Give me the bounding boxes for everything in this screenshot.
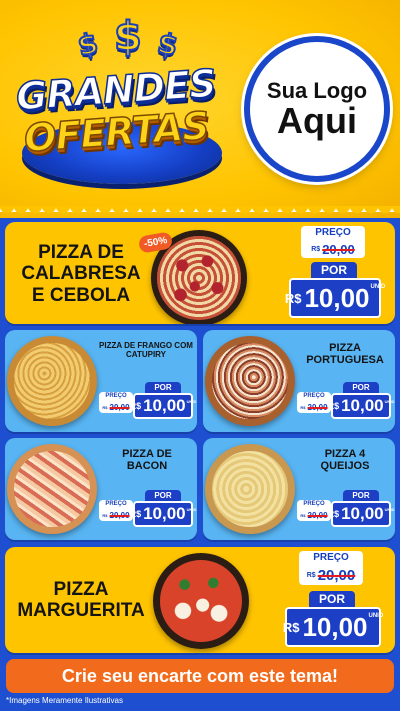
- old-price-currency: R$: [300, 512, 306, 518]
- product-name: PIZZA MARGUERITA: [17, 579, 145, 622]
- new-price-currency: R$: [282, 619, 300, 635]
- preco-label: PREÇO: [99, 500, 133, 509]
- old-price-value: 20,00: [307, 510, 328, 520]
- new-price-currency: R$: [327, 509, 340, 519]
- pizza-marguerita-image: [153, 553, 249, 649]
- pizza-frango-image: [7, 336, 97, 426]
- unid-label: UNID: [186, 399, 197, 404]
- old-price: R$ 20,00: [299, 565, 363, 585]
- unid-label: UNID: [384, 507, 395, 512]
- product-name: PIZZA PORTUGUESA: [306, 342, 384, 367]
- old-price-value: 20,00: [322, 241, 355, 257]
- product-card-frango[interactable]: PIZZA DE FRANGO COM CATUPIRY PREÇO R$ 20…: [5, 330, 197, 432]
- product-card-calabresa[interactable]: PIZZA DE CALABRESA E CEBOLA -50% PREÇO R…: [5, 222, 395, 324]
- new-price: R$ 10,00 UNID: [327, 501, 394, 527]
- unid-label: UNID: [368, 613, 384, 619]
- preco-label: PREÇO: [297, 500, 331, 509]
- product-card-marguerita[interactable]: PIZZA MARGUERITA PREÇO R$ 20,00 POR R$ 1…: [5, 547, 395, 653]
- old-price: R$ 20,00: [99, 401, 133, 413]
- old-price-currency: R$: [102, 404, 108, 410]
- old-price-value: 20,00: [317, 566, 356, 584]
- new-price-value: 10,00: [143, 504, 186, 523]
- new-price: R$ 10,00 UNID: [282, 607, 384, 647]
- logo-placeholder: Sua Logo Aqui: [244, 36, 390, 182]
- preco-label: PREÇO: [297, 392, 331, 401]
- dollar-icon: $: [113, 13, 143, 61]
- por-label: POR: [145, 490, 181, 501]
- logo-text-line1: Sua Logo: [266, 77, 368, 103]
- unid-label: UNID: [384, 399, 395, 404]
- new-price-value: 10,00: [341, 396, 384, 415]
- dollar-signs: $ $ $: [74, 13, 188, 64]
- logo-text-line2: Aqui: [277, 99, 357, 141]
- new-price-currency: R$: [284, 290, 302, 306]
- price-box: PREÇO R$ 20,00 POR R$ 10,00 UNID: [99, 382, 196, 428]
- old-price-value: 20,00: [109, 402, 130, 412]
- pizza-4-queijos-image: [205, 444, 295, 534]
- old-price-currency: R$: [102, 512, 108, 518]
- price-box: PREÇO R$ 20,00 POR R$ 10,00 UNID: [297, 490, 394, 536]
- product-name: PIZZA DE FRANGO COM CATUPIRY: [99, 341, 193, 359]
- preco-label: PREÇO: [99, 392, 133, 401]
- disclaimer-text: *Imagens Meramente Ilustrativas: [6, 696, 123, 705]
- price-box: PREÇO R$ 20,00 POR R$ 10,00 UNID: [282, 551, 384, 651]
- por-label: POR: [309, 591, 355, 607]
- preco-label: PREÇO: [301, 226, 365, 240]
- product-name: PIZZA 4 QUEIJOS: [320, 448, 370, 473]
- old-price: R$ 20,00: [297, 401, 331, 413]
- grandes-ofertas-title: GRANDES OFERTAS: [14, 60, 230, 186]
- product-card-portuguesa[interactable]: PIZZA PORTUGUESA PREÇO R$ 20,00 POR R$ 1…: [203, 330, 395, 432]
- price-box: PREÇO R$ 20,00 POR R$ 10,00 UNID: [99, 490, 196, 536]
- old-price-value: 20,00: [109, 510, 130, 520]
- new-price-value: 10,00: [302, 611, 368, 642]
- dollar-icon: $: [154, 25, 182, 63]
- por-label: POR: [145, 382, 181, 393]
- new-price-currency: R$: [327, 401, 340, 411]
- old-price: R$ 20,00: [99, 509, 133, 521]
- por-label: POR: [311, 262, 357, 278]
- old-price: R$ 20,00: [301, 240, 365, 258]
- old-price: R$ 20,00: [297, 509, 331, 521]
- header-scallop-edge: [0, 206, 400, 220]
- old-price-value: 20,00: [307, 402, 328, 412]
- old-price-currency: R$: [300, 404, 306, 410]
- new-price-value: 10,00: [341, 504, 384, 523]
- price-box: PREÇO R$ 20,00 POR R$ 10,00 UNID: [297, 382, 394, 428]
- cta-banner[interactable]: Crie seu encarte com este tema!: [6, 659, 394, 693]
- pizza-portuguesa-image: [205, 336, 295, 426]
- new-price: R$ 10,00 UNID: [129, 393, 196, 419]
- product-name: PIZZA DE BACON: [122, 448, 172, 473]
- new-price: R$ 10,00 UNID: [285, 278, 385, 318]
- new-price: R$ 10,00 UNID: [129, 501, 196, 527]
- product-card-bacon[interactable]: PIZZA DE BACON PREÇO R$ 20,00 POR R$ 10,…: [5, 438, 197, 540]
- new-price: R$ 10,00 UNID: [327, 393, 394, 419]
- unid-label: UNID: [370, 284, 386, 290]
- product-card-4-queijos[interactable]: PIZZA 4 QUEIJOS PREÇO R$ 20,00 POR R$ 10…: [203, 438, 395, 540]
- new-price-value: 10,00: [143, 396, 186, 415]
- new-price-currency: R$: [129, 509, 142, 519]
- header-banner: $ $ $ GRANDES OFERTAS Sua Logo Aqui: [0, 0, 400, 218]
- product-name: PIZZA DE CALABRESA E CEBOLA: [21, 242, 141, 306]
- pizza-bacon-image: [7, 444, 97, 534]
- price-box: PREÇO R$ 20,00 POR R$ 10,00 UNID: [285, 226, 385, 322]
- por-label: POR: [343, 490, 379, 501]
- new-price-currency: R$: [129, 401, 142, 411]
- preco-label: PREÇO: [299, 551, 363, 565]
- por-label: POR: [343, 382, 379, 393]
- unid-label: UNID: [186, 507, 197, 512]
- new-price-value: 10,00: [304, 282, 370, 313]
- old-price-currency: R$: [311, 245, 321, 253]
- old-price-currency: R$: [306, 571, 316, 579]
- dollar-icon: $: [74, 25, 102, 63]
